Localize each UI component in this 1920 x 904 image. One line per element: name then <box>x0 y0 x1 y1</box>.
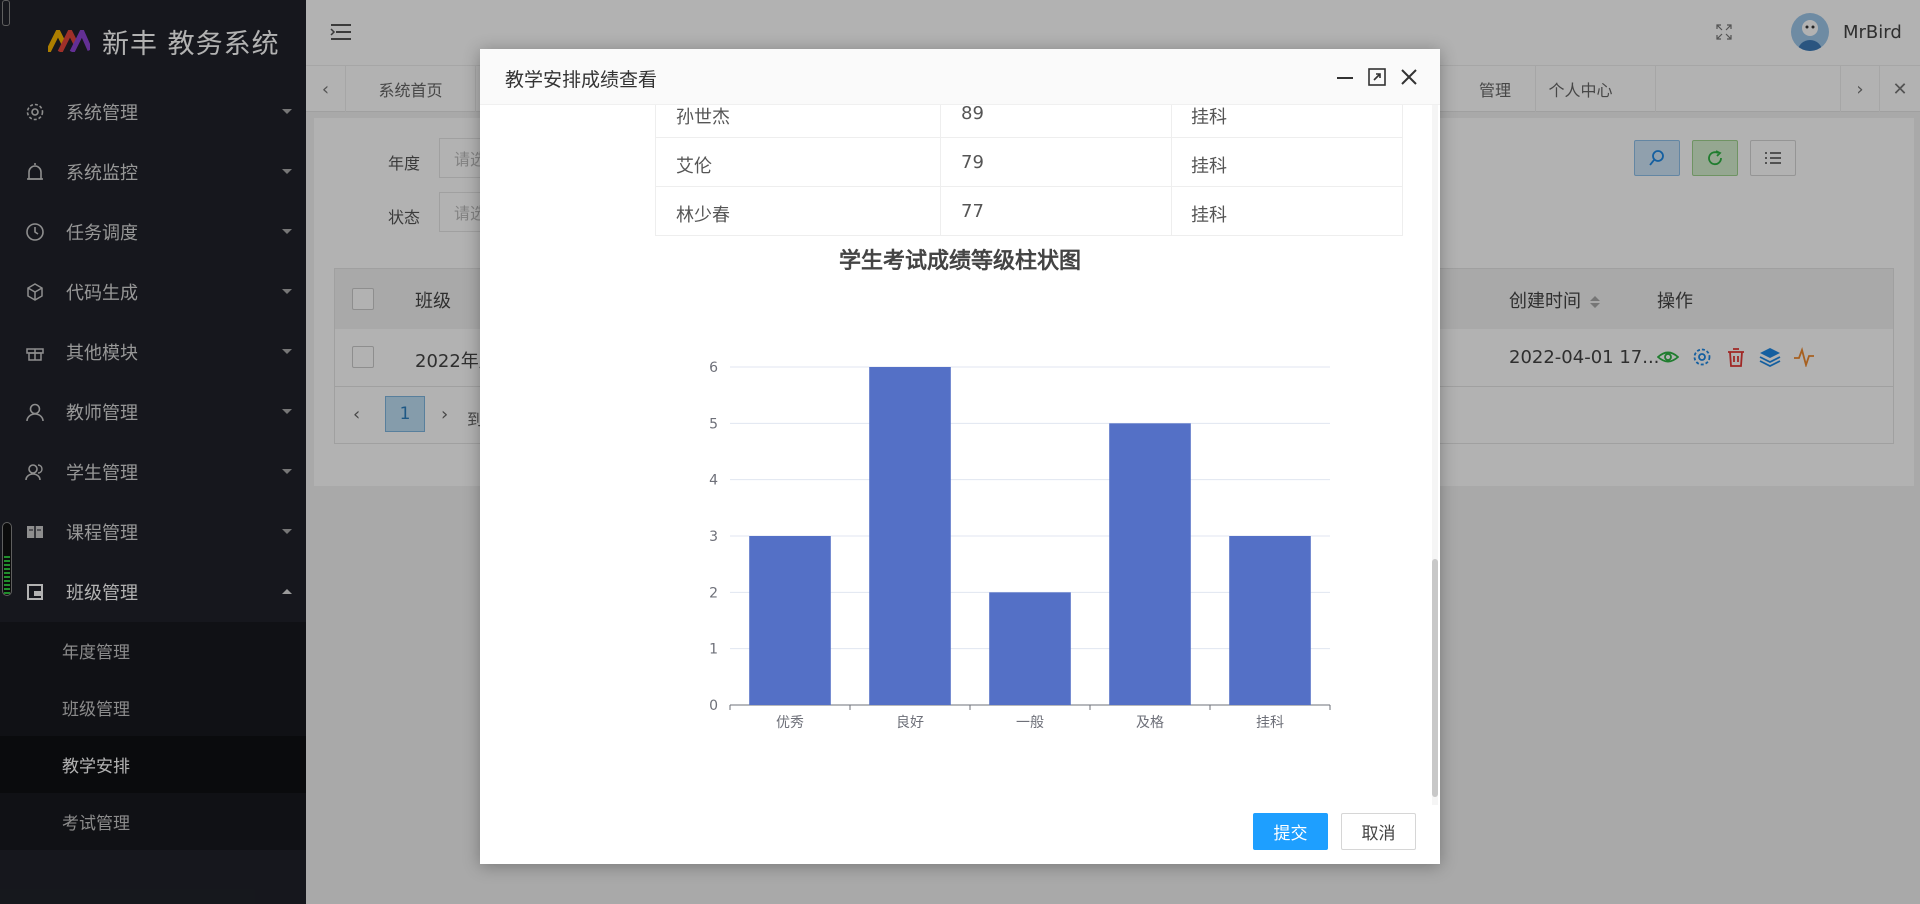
x-tick-label: 挂科 <box>1256 715 1284 731</box>
x-tick-label: 及格 <box>1136 715 1164 731</box>
maximize-icon[interactable] <box>1367 67 1387 87</box>
y-tick-label: 0 <box>709 698 718 714</box>
submit-button[interactable]: 提交 <box>1253 813 1328 850</box>
minimize-icon[interactable] <box>1335 67 1355 87</box>
y-tick-label: 3 <box>709 529 718 545</box>
bar-及格 <box>1109 423 1191 705</box>
x-tick-label: 一般 <box>1016 715 1044 731</box>
x-tick-label: 良好 <box>896 715 924 731</box>
modal-title: 教学安排成绩查看 <box>505 69 658 91</box>
y-tick-label: 2 <box>709 585 718 601</box>
y-tick-label: 4 <box>709 473 718 489</box>
bar-挂科 <box>1229 536 1311 705</box>
cancel-button[interactable]: 取消 <box>1341 813 1416 850</box>
modal-header: 教学安排成绩查看 <box>480 49 1440 105</box>
scrollbar-thumb[interactable] <box>1432 559 1438 797</box>
modal-body: 孙世杰 89 挂科 艾伦 79 挂科 林少春 77 挂科 学生考试成绩等级柱状图… <box>480 105 1440 805</box>
y-tick-label: 1 <box>709 642 718 658</box>
bar-良好 <box>869 367 951 705</box>
bar-一般 <box>989 592 1071 705</box>
score-modal: 教学安排成绩查看 孙世杰 89 挂科 艾伦 79 挂科 林少春 77 挂科 学生… <box>480 49 1440 864</box>
bar-优秀 <box>749 536 831 705</box>
y-tick-label: 5 <box>709 416 718 432</box>
x-tick-label: 优秀 <box>776 715 804 731</box>
bar-chart: 0 1 2 3 4 5 6 优秀 良好 一般 及格 挂科 <box>709 360 1331 731</box>
y-tick-label: 6 <box>709 360 718 376</box>
close-icon[interactable] <box>1399 67 1419 87</box>
